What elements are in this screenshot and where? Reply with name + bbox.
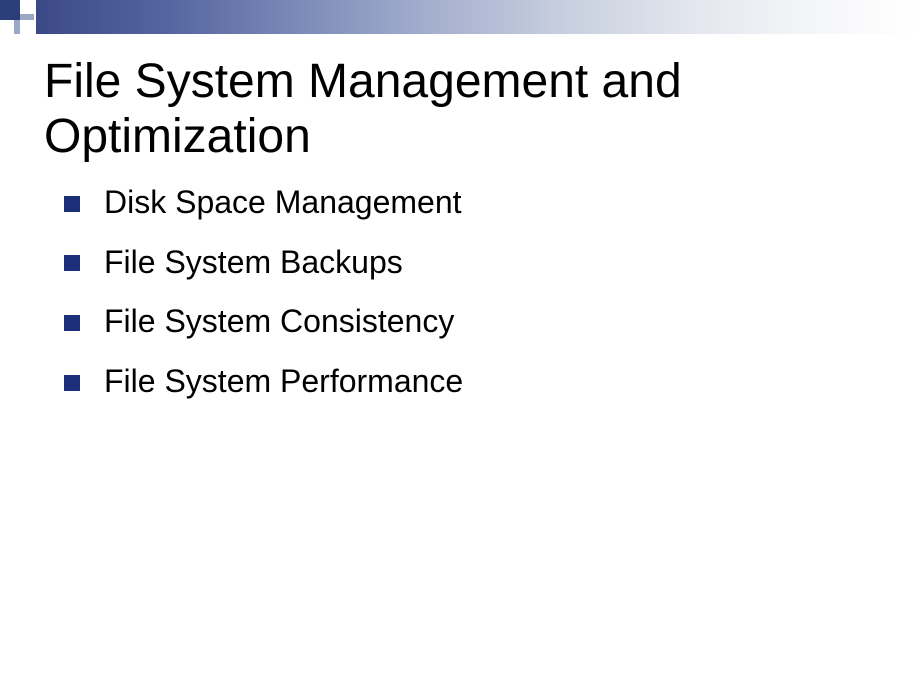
decoration-square-dark [0,0,20,20]
bullet-icon [64,375,80,391]
corner-decoration [0,0,44,44]
list-item: File System Performance [64,361,463,403]
gradient-bar [36,0,920,34]
list-item: File System Backups [64,242,463,284]
bullet-text: File System Performance [104,361,463,403]
bullet-text: Disk Space Management [104,182,462,224]
bullet-text: File System Consistency [104,301,454,343]
slide-top-decoration [0,0,920,34]
list-item: Disk Space Management [64,182,463,224]
bullet-list: Disk Space Management File System Backup… [64,182,463,420]
bullet-text: File System Backups [104,242,403,284]
bullet-icon [64,196,80,212]
list-item: File System Consistency [64,301,463,343]
bullet-icon [64,255,80,271]
slide-title: File System Management and Optimization [44,54,880,164]
bullet-icon [64,315,80,331]
decoration-square-white [20,20,34,34]
